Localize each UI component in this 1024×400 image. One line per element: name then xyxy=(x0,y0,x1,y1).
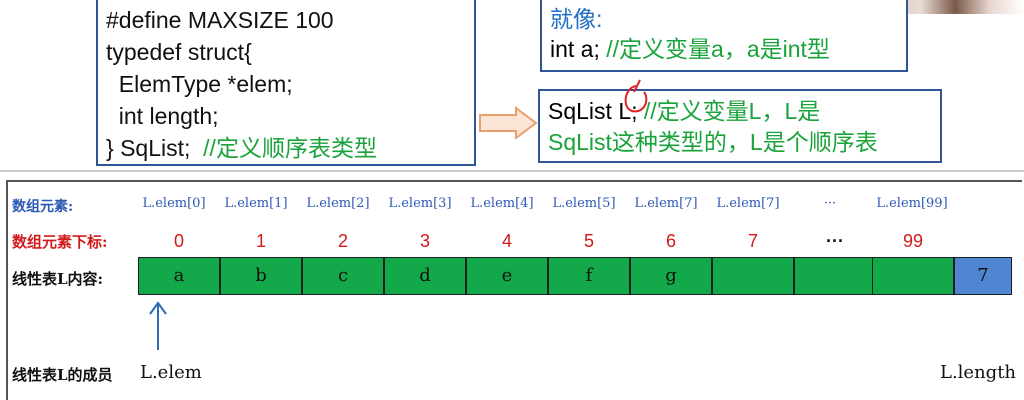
subscript-3: 3 xyxy=(419,231,430,251)
code-line-length: int length; xyxy=(106,103,219,129)
analogy-box: 就像: int a; //定义变量a，a是int型 xyxy=(540,0,908,72)
struct-definition-box: #define MAXSIZE 100 typedef struct{ Elem… xyxy=(96,0,476,166)
elem-name-5: L.elem[5] xyxy=(552,196,616,211)
subscript-2: 2 xyxy=(337,231,348,251)
row-label-members: 线性表L的成员 xyxy=(12,366,113,384)
subscript-99: 99 xyxy=(902,231,924,251)
sqlist-variable-box: SqList L; //定义变量L，L是 SqList这种类型的，L是个顺序表 xyxy=(538,89,942,163)
array-cell-2: c xyxy=(302,257,384,295)
elem-name-3: L.elem[3] xyxy=(388,196,452,211)
code-sqlist-text: } SqList; xyxy=(106,135,191,161)
subscript-5: 5 xyxy=(583,231,594,251)
code-line-define: #define MAXSIZE 100 xyxy=(106,7,334,33)
right-arrow-icon xyxy=(479,106,538,140)
array-cell-0: a xyxy=(138,257,220,295)
elem-name-ellipsis: ··· xyxy=(823,196,837,211)
subscript-1: 1 xyxy=(255,231,266,251)
member-length-label: L.length xyxy=(940,362,1017,383)
elem-name-7: L.elem[7] xyxy=(716,196,780,211)
subscript-6: 6 xyxy=(665,231,676,251)
analogy-code: int a; xyxy=(550,36,600,62)
array-cell-5: f xyxy=(548,257,630,295)
member-elem-label: L.elem xyxy=(140,362,202,383)
elem-name-2: L.elem[2] xyxy=(306,196,370,211)
length-cell: 7 xyxy=(954,257,1012,295)
code-line-typedef: typedef struct{ xyxy=(106,39,252,65)
row-label-elements: 数组元素: xyxy=(12,199,74,215)
array-cell-8 xyxy=(794,257,876,295)
sqlist-comment-2: SqList这种类型的，L是个顺序表 xyxy=(548,129,878,155)
sqlist-comment-1: //定义变量L，L是 xyxy=(643,98,821,124)
annotation-circle-icon xyxy=(624,79,648,113)
row-label-indices: 数组元素下标: xyxy=(12,233,108,251)
elem-name-6: L.elem[7] xyxy=(634,196,698,211)
subscript-ellipsis: ··· xyxy=(826,231,844,251)
elem-name-99: L.elem[99] xyxy=(876,196,948,211)
analogy-comment: //定义变量a，a是int型 xyxy=(606,36,830,62)
code-line-elem: ElemType *elem; xyxy=(106,71,293,97)
array-cell-7 xyxy=(712,257,794,295)
elem-name-4: L.elem[4] xyxy=(470,196,534,211)
analogy-title: 就像: xyxy=(550,6,603,32)
subscript-7: 7 xyxy=(747,231,758,251)
analogy-line: int a; //定义变量a，a是int型 xyxy=(550,34,906,64)
array-cell-1: b xyxy=(220,257,302,295)
array-cell-6: g xyxy=(630,257,712,295)
row-label-contents: 线性表L内容: xyxy=(12,270,104,288)
array-cell-3: d xyxy=(384,257,466,295)
subscript-4: 4 xyxy=(501,231,512,251)
array-cell-4: e xyxy=(466,257,548,295)
elem-name-0: L.elem[0] xyxy=(142,196,206,211)
section-divider xyxy=(0,170,1024,172)
subscript-0: 0 xyxy=(173,231,184,251)
array-cell-99 xyxy=(872,257,954,295)
up-arrow-icon xyxy=(149,301,167,350)
code-sqlist-comment: //定义顺序表类型 xyxy=(203,135,377,161)
sqlist-line1: SqList L; //定义变量L，L是 xyxy=(548,96,940,127)
code-line-sqlist: } SqList; //定义顺序表类型 xyxy=(106,132,474,164)
elem-name-1: L.elem[1] xyxy=(224,196,288,211)
